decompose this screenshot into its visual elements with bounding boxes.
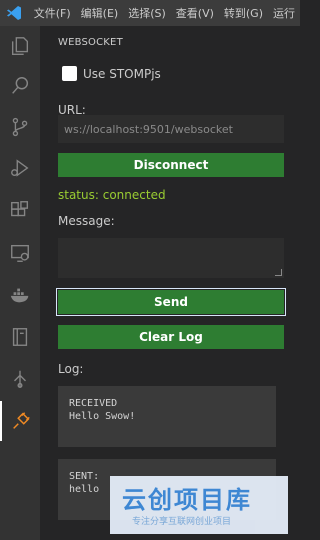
clear-log-button[interactable]: Clear Log: [58, 325, 284, 349]
watermark-subtitle: 专注分享互联网创业项目: [132, 517, 232, 527]
menu-view[interactable]: 查看(V): [171, 5, 219, 21]
panel-title: WEBSOCKET: [58, 37, 123, 48]
connection-status: status: connected: [58, 188, 166, 202]
log-label: Log:: [58, 362, 84, 376]
timeline-icon[interactable]: [0, 359, 40, 399]
log-entry-type: RECEIVED: [69, 398, 118, 409]
menu-go[interactable]: 转到(G): [219, 5, 268, 21]
vscode-logo-icon: [0, 0, 29, 26]
docker-icon[interactable]: [0, 275, 40, 315]
title-bar: 文件(F) 编辑(E) 选择(S) 查看(V) 转到(G) 运行: [0, 0, 300, 26]
message-textarea[interactable]: [58, 238, 284, 278]
websocket-panel: WEBSOCKET Use STOMPjs URL: ws://localhos…: [40, 26, 300, 540]
send-button[interactable]: Send: [56, 288, 286, 316]
url-input[interactable]: ws://localhost:9501/websocket: [58, 115, 284, 143]
disconnect-button[interactable]: Disconnect: [58, 153, 284, 177]
menu-run[interactable]: 运行: [268, 5, 300, 21]
notebook-icon[interactable]: [0, 317, 40, 357]
log-entry: RECEIVED Hello Swow!: [58, 386, 276, 447]
activity-bar: [0, 26, 40, 540]
watermark-title: 云创项目库: [122, 486, 252, 514]
plug-icon[interactable]: [0, 401, 40, 441]
source-control-icon[interactable]: [0, 107, 40, 147]
stomp-checkbox[interactable]: [62, 66, 77, 81]
message-label: Message:: [58, 214, 115, 228]
run-debug-icon[interactable]: [0, 148, 40, 188]
log-entry-text: Hello Swow!: [69, 411, 136, 422]
menu-selection[interactable]: 选择(S): [123, 5, 171, 21]
menu-edit[interactable]: 编辑(E): [76, 5, 124, 21]
watermark: 云创项目库 专注分享互联网创业项目: [110, 476, 288, 534]
search-icon[interactable]: [0, 66, 40, 106]
stomp-option[interactable]: Use STOMPjs: [62, 66, 161, 81]
explorer-icon[interactable]: [0, 26, 40, 66]
stomp-label: Use STOMPjs: [83, 66, 161, 81]
menu-file[interactable]: 文件(F): [29, 5, 76, 21]
menu-bar: 文件(F) 编辑(E) 选择(S) 查看(V) 转到(G) 运行: [29, 5, 300, 21]
remote-explorer-icon[interactable]: [0, 233, 40, 273]
extensions-icon[interactable]: [0, 190, 40, 230]
resize-grip-icon[interactable]: [275, 269, 282, 276]
